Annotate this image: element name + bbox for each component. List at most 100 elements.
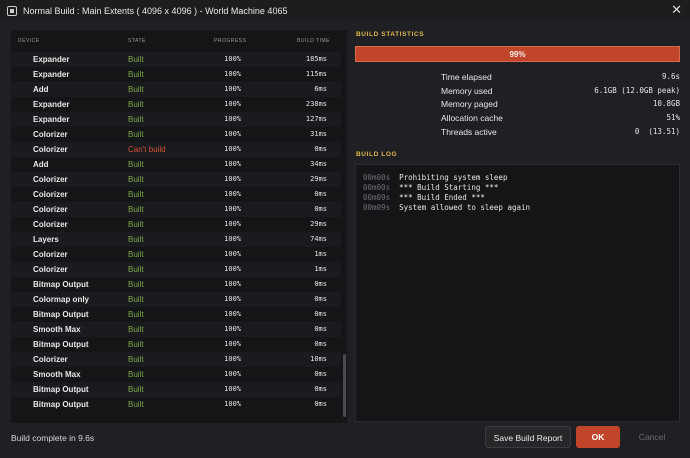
table-row[interactable]: Bitmap Output Built 100% 0ms	[11, 397, 341, 412]
table-row[interactable]: Expander Built 100% 127ms	[11, 112, 341, 127]
table-row[interactable]: Smooth Max Built 100% 0ms	[11, 367, 341, 382]
build-time-cell: 0ms	[314, 205, 327, 213]
device-cell: Colorizer	[33, 265, 68, 274]
table-row[interactable]: Colorizer Can't build 100% 0ms	[11, 142, 341, 157]
header-device[interactable]: DEVICE	[18, 38, 40, 44]
table-row[interactable]: Colorizer Built 100% 1ms	[11, 247, 341, 262]
build-log-panel[interactable]: 00m00s Prohibiting system sleep 00m00s *** …	[355, 164, 680, 422]
build-time-cell: 29ms	[310, 175, 327, 183]
table-row[interactable]: Add Built 100% 6ms	[11, 82, 341, 97]
device-cell: Bitmap Output	[33, 400, 89, 409]
app-icon	[7, 5, 17, 16]
table-row[interactable]: Add Built 100% 34ms	[11, 157, 341, 172]
device-cell: Bitmap Output	[33, 340, 89, 349]
table-row[interactable]: Bitmap Output Built 100% 0ms	[11, 382, 341, 397]
window-title: Normal Build : Main Extents ( 4096 x 409…	[23, 5, 288, 16]
statistics-list: Time elapsed 9.6s Memory used 6.1GB (12.0GB…	[441, 71, 680, 139]
save-build-report-button[interactable]: Save Build Report	[485, 426, 571, 448]
device-cell: Expander	[33, 115, 70, 124]
log-message: *** Build Ended ***	[399, 193, 485, 202]
state-cell: Built	[128, 130, 144, 139]
device-cell: Bitmap Output	[33, 385, 89, 394]
progress-cell: 100%	[224, 370, 241, 378]
log-line: 00m00s *** Build Starting ***	[363, 183, 498, 192]
stat-row: Allocation cache 51%	[441, 112, 680, 126]
status-text: Build complete in 9.6s	[11, 433, 95, 443]
build-time-cell: 0ms	[314, 370, 327, 378]
build-log-title: BUILD LOG	[356, 151, 398, 158]
table-row[interactable]: Colormap only Built 100% 0ms	[11, 292, 341, 307]
progress-cell: 100%	[224, 250, 241, 258]
stat-row: Time elapsed 9.6s	[441, 71, 680, 85]
stat-value: 6.1GB (12.0GB peak)	[594, 85, 680, 95]
build-time-cell: 0ms	[314, 310, 327, 318]
table-row[interactable]: Layers Built 100% 74ms	[11, 232, 341, 247]
scrollbar-thumb[interactable]	[343, 354, 346, 417]
device-table: DEVICE STATE PROGRESS BUILD TIME Expande…	[11, 30, 347, 423]
table-row[interactable]: Expander Built 100% 115ms	[11, 67, 341, 82]
build-time-cell: 6ms	[314, 85, 327, 93]
build-time-cell: 115ms	[305, 70, 327, 78]
progress-cell: 100%	[224, 325, 241, 333]
table-row[interactable]: Colorizer Built 100% 0ms	[11, 202, 341, 217]
state-cell: Built	[128, 325, 144, 334]
build-statistics-title: BUILD STATISTICS	[356, 31, 425, 38]
device-cell: Colorizer	[33, 130, 68, 139]
progress-cell: 100%	[224, 130, 241, 138]
table-row[interactable]: Colorizer Built 100% 29ms	[11, 217, 341, 232]
state-cell: Built	[128, 295, 144, 304]
log-line: 00m09s System allowed to sleep again	[363, 203, 530, 212]
state-cell: Built	[128, 115, 144, 124]
build-time-cell: 0ms	[314, 340, 327, 348]
build-time-cell: 34ms	[310, 160, 327, 168]
state-cell: Built	[128, 400, 144, 409]
progress-cell: 100%	[224, 385, 241, 393]
table-row[interactable]: Colorizer Built 100% 10ms	[11, 352, 341, 367]
close-icon[interactable]: ✕	[671, 2, 682, 18]
header-state[interactable]: STATE	[128, 38, 146, 44]
table-row[interactable]: Colorizer Built 100% 1ms	[11, 262, 341, 277]
cancel-button[interactable]: Cancel	[626, 426, 678, 448]
table-row[interactable]: Bitmap Output Built 100% 0ms	[11, 307, 341, 322]
table-row[interactable]: Colorizer Built 100% 29ms	[11, 172, 341, 187]
state-cell: Built	[128, 100, 144, 109]
build-time-cell: 10ms	[310, 355, 327, 363]
table-row[interactable]: Smooth Max Built 100% 0ms	[11, 322, 341, 337]
stat-value: 0 (13.51)	[634, 126, 680, 136]
progress-cell: 100%	[224, 220, 241, 228]
table-row[interactable]: Colorizer Built 100% 31ms	[11, 127, 341, 142]
header-build-time[interactable]: BUILD TIME	[297, 38, 330, 44]
table-row[interactable]: Bitmap Output Built 100% 0ms	[11, 277, 341, 292]
progress-cell: 100%	[224, 100, 241, 108]
state-cell: Built	[128, 250, 144, 259]
progress-cell: 100%	[224, 175, 241, 183]
device-cell: Expander	[33, 100, 70, 109]
build-time-cell: 0ms	[314, 190, 327, 198]
state-cell: Built	[128, 55, 144, 64]
progress-cell: 100%	[224, 235, 241, 243]
build-time-cell: 0ms	[314, 280, 327, 288]
state-cell: Built	[128, 220, 144, 229]
build-time-cell: 238ms	[305, 100, 327, 108]
state-cell: Built	[128, 370, 144, 379]
table-row[interactable]: Bitmap Output Built 100% 0ms	[11, 337, 341, 352]
device-cell: Colorizer	[33, 175, 68, 184]
table-scrollbar[interactable]	[343, 52, 347, 423]
table-row[interactable]: Expander Built 100% 238ms	[11, 97, 341, 112]
table-row[interactable]: Expander Built 100% 185ms	[11, 52, 341, 67]
stat-value: 10.8GB	[652, 99, 680, 109]
log-line: 00m09s *** Build Ended ***	[363, 193, 485, 202]
stat-label: Memory used	[441, 85, 493, 96]
build-time-cell: 1ms	[314, 265, 327, 273]
log-message: System allowed to sleep again	[399, 203, 531, 212]
table-row[interactable]: Colorizer Built 100% 0ms	[11, 187, 341, 202]
state-cell: Built	[128, 190, 144, 199]
state-cell: Can't build	[128, 145, 166, 154]
state-cell: Built	[128, 265, 144, 274]
header-progress[interactable]: PROGRESS	[214, 38, 246, 44]
log-timestamp: 00m00s	[363, 183, 391, 192]
progress-cell: 100%	[224, 85, 241, 93]
ok-button[interactable]: OK	[576, 426, 620, 448]
device-cell: Colorizer	[33, 145, 68, 154]
stat-value: 9.6s	[661, 72, 680, 81]
